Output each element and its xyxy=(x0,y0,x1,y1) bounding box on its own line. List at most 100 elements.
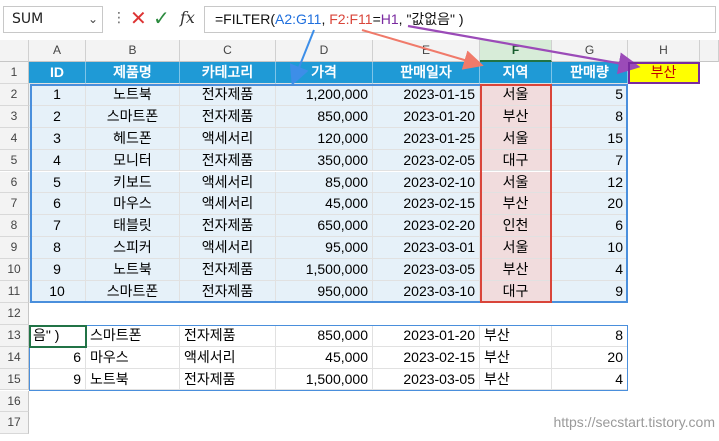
chevron-down-icon[interactable]: ⌄ xyxy=(88,7,98,32)
column-header-g[interactable]: G xyxy=(552,40,628,62)
table-header-cell[interactable]: 판매일자 xyxy=(373,62,480,84)
column-header-b[interactable]: B xyxy=(86,40,180,62)
row-header-17[interactable]: 17 xyxy=(0,412,29,435)
data-cell[interactable]: 부산 xyxy=(480,259,552,281)
row-header-5[interactable]: 5 xyxy=(0,149,29,172)
result-cell[interactable]: 스마트폰 xyxy=(86,324,180,347)
result-cell[interactable]: 2023-02-15 xyxy=(373,346,480,369)
data-cell[interactable]: 서울 xyxy=(480,127,552,150)
data-cell[interactable]: 서울 xyxy=(480,83,552,106)
data-cell[interactable]: 인천 xyxy=(480,215,552,238)
name-box[interactable]: SUM ⌄ xyxy=(3,6,103,33)
data-cell[interactable]: 1 xyxy=(29,83,86,106)
result-cell[interactable]: 45,000 xyxy=(276,346,373,369)
row-header-6[interactable]: 6 xyxy=(0,171,29,194)
row-header-16[interactable]: 16 xyxy=(0,390,29,413)
data-cell[interactable]: 95,000 xyxy=(276,237,373,260)
data-cell[interactable]: 6 xyxy=(29,193,86,216)
table-header-cell[interactable]: 카테고리 xyxy=(180,62,276,84)
column-header-a[interactable]: A xyxy=(29,40,86,62)
data-cell[interactable]: 모니터 xyxy=(86,149,180,172)
row-header-2[interactable]: 2 xyxy=(0,83,29,106)
result-cell[interactable]: 1,500,000 xyxy=(276,368,373,391)
data-cell[interactable]: 5 xyxy=(552,83,628,106)
data-cell[interactable]: 10 xyxy=(552,237,628,260)
result-cell[interactable]: 마우스 xyxy=(86,346,180,369)
data-cell[interactable]: 950,000 xyxy=(276,281,373,303)
data-cell[interactable]: 전자제품 xyxy=(180,83,276,106)
result-cell[interactable]: 4 xyxy=(552,368,628,391)
data-cell[interactable]: 650,000 xyxy=(276,215,373,238)
data-cell[interactable]: 2023-03-10 xyxy=(373,281,480,303)
data-cell[interactable]: 서울 xyxy=(480,171,552,194)
data-cell[interactable]: 2023-02-05 xyxy=(373,149,480,172)
data-cell[interactable]: 전자제품 xyxy=(180,281,276,303)
data-cell[interactable]: 8 xyxy=(29,237,86,260)
enter-check-icon[interactable]: ✓ xyxy=(153,6,170,30)
row-header-3[interactable]: 3 xyxy=(0,105,29,128)
data-cell[interactable]: 15 xyxy=(552,127,628,150)
row-header-1[interactable]: 1 xyxy=(0,62,29,84)
data-cell[interactable]: 2023-01-15 xyxy=(373,83,480,106)
row-header-14[interactable]: 14 xyxy=(0,346,29,369)
more-options-icon[interactable]: ⋮ xyxy=(112,10,126,26)
result-cell[interactable]: 850,000 xyxy=(276,324,373,347)
data-cell[interactable]: 1,200,000 xyxy=(276,83,373,106)
data-cell[interactable]: 액세서리 xyxy=(180,237,276,260)
data-cell[interactable]: 스마트폰 xyxy=(86,105,180,128)
result-cell[interactable]: 8 xyxy=(552,324,628,347)
row-header-12[interactable]: 12 xyxy=(0,302,29,325)
result-cell[interactable]: 음" ) xyxy=(29,324,86,347)
data-cell[interactable]: 부산 xyxy=(480,193,552,216)
data-cell[interactable]: 2023-02-20 xyxy=(373,215,480,238)
data-cell[interactable]: 부산 xyxy=(480,105,552,128)
data-cell[interactable]: 2023-02-15 xyxy=(373,193,480,216)
data-cell[interactable]: 7 xyxy=(552,149,628,172)
data-cell[interactable]: 대구 xyxy=(480,149,552,172)
result-cell[interactable]: 전자제품 xyxy=(180,368,276,391)
result-cell[interactable]: 부산 xyxy=(480,346,552,369)
row-header-11[interactable]: 11 xyxy=(0,281,29,303)
select-all-corner[interactable] xyxy=(0,40,29,62)
data-cell[interactable]: 전자제품 xyxy=(180,105,276,128)
formula-input[interactable]: =FILTER(A2:G11, F2:F11=H1, "값없음" ) xyxy=(204,6,716,33)
data-cell[interactable]: 20 xyxy=(552,193,628,216)
data-cell[interactable]: 스마트폰 xyxy=(86,281,180,303)
data-cell[interactable]: 8 xyxy=(552,105,628,128)
data-cell[interactable]: 노트북 xyxy=(86,83,180,106)
data-cell[interactable]: 12 xyxy=(552,171,628,194)
data-cell[interactable]: 120,000 xyxy=(276,127,373,150)
data-cell[interactable]: 전자제품 xyxy=(180,215,276,238)
data-cell[interactable]: 3 xyxy=(29,127,86,150)
data-cell[interactable]: 6 xyxy=(552,215,628,238)
data-cell[interactable]: 2 xyxy=(29,105,86,128)
result-cell[interactable]: 20 xyxy=(552,346,628,369)
row-header-8[interactable]: 8 xyxy=(0,215,29,238)
data-cell[interactable]: 헤드폰 xyxy=(86,127,180,150)
data-cell[interactable]: 4 xyxy=(29,149,86,172)
data-cell[interactable]: 4 xyxy=(552,259,628,281)
data-cell[interactable]: 태블릿 xyxy=(86,215,180,238)
data-cell[interactable]: 2023-03-05 xyxy=(373,259,480,281)
data-cell[interactable]: 350,000 xyxy=(276,149,373,172)
result-cell[interactable]: 2023-01-20 xyxy=(373,324,480,347)
data-cell[interactable]: 10 xyxy=(29,281,86,303)
data-cell[interactable]: 9 xyxy=(552,281,628,303)
row-header-13[interactable]: 13 xyxy=(0,324,29,347)
data-cell[interactable]: 2023-03-01 xyxy=(373,237,480,260)
result-cell[interactable]: 전자제품 xyxy=(180,324,276,347)
data-cell[interactable]: 키보드 xyxy=(86,171,180,194)
data-cell[interactable]: 전자제품 xyxy=(180,149,276,172)
column-header-h[interactable]: H xyxy=(628,40,700,62)
column-header-e[interactable]: E xyxy=(373,40,480,62)
data-cell[interactable]: 전자제품 xyxy=(180,259,276,281)
data-cell[interactable]: 2023-02-10 xyxy=(373,171,480,194)
data-cell[interactable]: 액세서리 xyxy=(180,127,276,150)
result-cell[interactable]: 6 xyxy=(29,346,86,369)
data-cell[interactable]: 7 xyxy=(29,215,86,238)
data-cell[interactable]: 5 xyxy=(29,171,86,194)
result-cell[interactable]: 노트북 xyxy=(86,368,180,391)
column-header-d[interactable]: D xyxy=(276,40,373,62)
data-cell[interactable]: 2023-01-25 xyxy=(373,127,480,150)
data-cell[interactable]: 스피커 xyxy=(86,237,180,260)
